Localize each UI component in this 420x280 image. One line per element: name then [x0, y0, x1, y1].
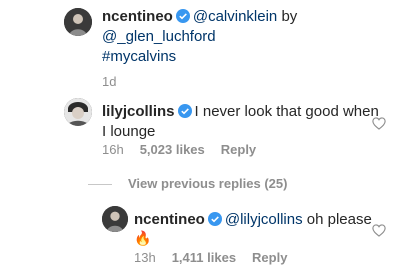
caption-line-1: ncentineo @calvinklein by [102, 7, 297, 27]
comment-text-continued: I lounge [102, 123, 156, 140]
reply-mention[interactable]: @lilyjcollins [225, 211, 303, 228]
avatar[interactable] [64, 98, 92, 126]
reply-line-2: 🔥 [134, 228, 151, 249]
avatar-photo-icon [102, 206, 128, 232]
reply-time[interactable]: 13h [134, 250, 156, 265]
comment-line-2: I lounge [102, 122, 155, 142]
comment-time[interactable]: 16h [102, 142, 124, 157]
reply-likes[interactable]: 1,411 likes [172, 250, 236, 265]
verified-badge-icon [207, 212, 222, 226]
view-replies-label: View previous replies (25) [128, 176, 288, 191]
caption-hashtag[interactable]: #mycalvins [102, 48, 176, 65]
view-previous-replies-button[interactable]: View previous replies (25) [88, 176, 287, 192]
replies-divider [88, 184, 112, 186]
comment-username[interactable]: lilyjcollins [102, 103, 175, 120]
comment-likes[interactable]: 5,023 likes [140, 142, 205, 157]
avatar[interactable] [64, 8, 92, 36]
heart-icon[interactable] [372, 224, 386, 237]
avatar[interactable] [102, 206, 128, 232]
caption-time[interactable]: 1d [102, 74, 116, 89]
caption-line-2: @_glen_luchford [102, 27, 216, 47]
verified-badge-icon [177, 104, 192, 118]
reply-username[interactable]: ncentineo [134, 211, 205, 228]
caption-meta: 1d [102, 74, 132, 90]
reply-meta: 13h 1,411 likes Reply [134, 250, 303, 266]
comment-meta: 16h 5,023 likes Reply [102, 142, 272, 158]
avatar-photo-icon [64, 8, 92, 36]
reply-text: oh please [306, 211, 372, 228]
comment-line-1: lilyjcollins I never look that good when [102, 102, 379, 122]
reply-line-1: ncentineo @lilyjcollins oh please [134, 210, 372, 230]
reply-reply-button[interactable]: Reply [252, 250, 287, 265]
avatar-photo-icon [64, 98, 92, 126]
comment-text: I never look that good when [194, 103, 379, 120]
caption-line-3: #mycalvins [102, 47, 176, 67]
verified-badge-icon [175, 9, 190, 23]
caption-username[interactable]: ncentineo [102, 8, 173, 25]
caption-mention-calvinklein[interactable]: @calvinklein [193, 8, 277, 25]
caption-mention-glen[interactable]: @_glen_luchford [102, 28, 216, 45]
caption-by-text: by [281, 8, 298, 25]
comment-reply-button[interactable]: Reply [221, 142, 256, 157]
fire-emoji-icon: 🔥 [134, 230, 152, 246]
heart-icon[interactable] [372, 117, 386, 130]
